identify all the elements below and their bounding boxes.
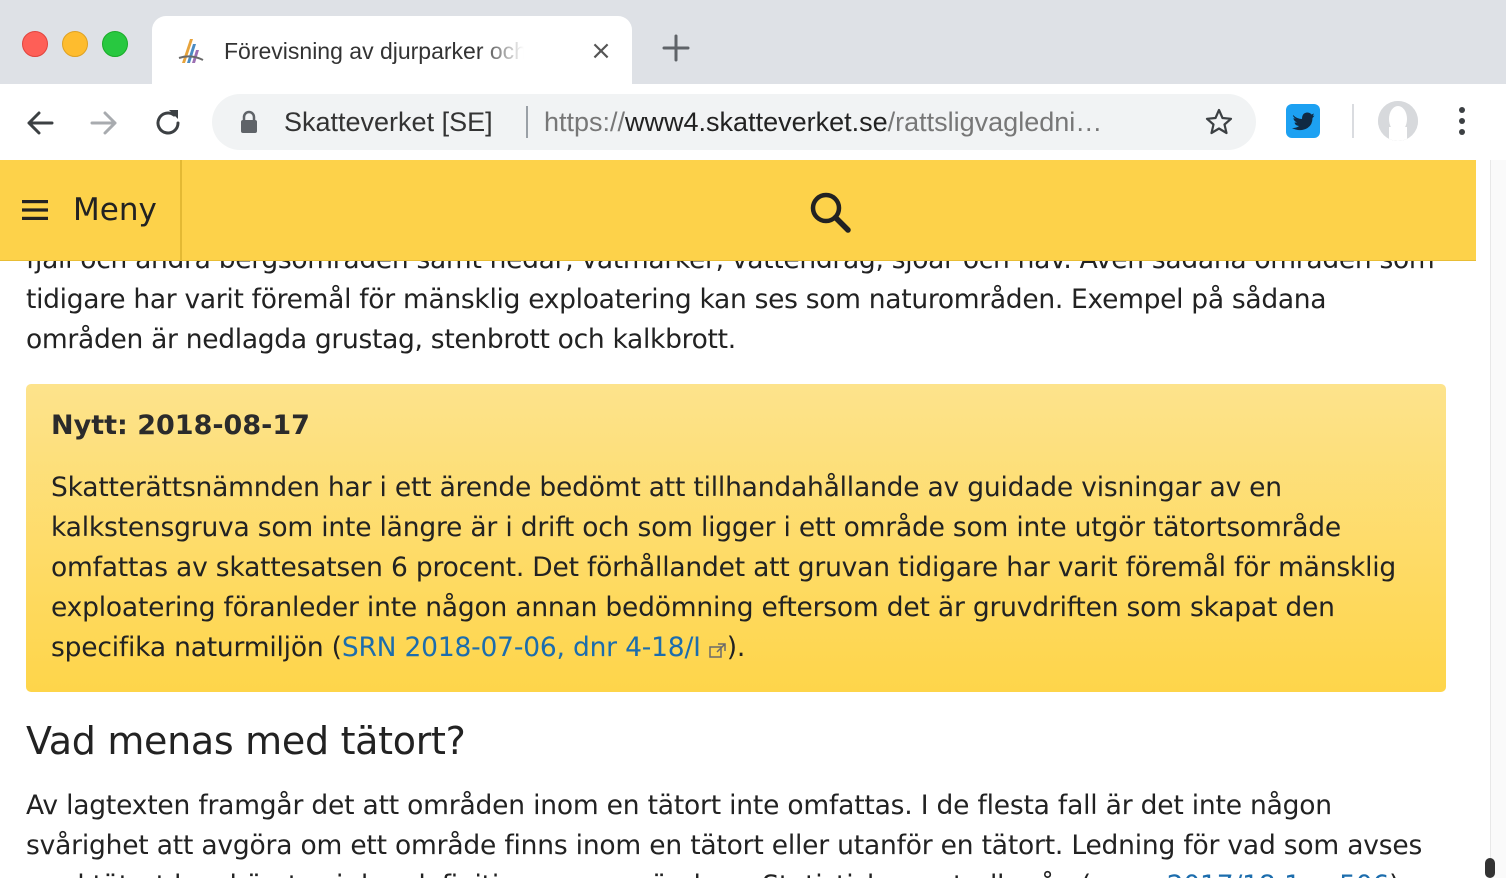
browser-toolbar: Skatteverket [SE] https://www4.skattever… [0, 84, 1506, 161]
notice-title: Nytt: 2018-08-17 [51, 410, 310, 441]
browser-tab-active[interactable]: Förevisning av djurparker och naturområd… [152, 16, 632, 84]
back-icon[interactable] [20, 103, 60, 143]
paragraph: Av lagtexten framgår det att områden ino… [26, 786, 1450, 878]
notice-text-after: ). [726, 632, 746, 663]
menu-label: Meny [73, 192, 157, 228]
section-heading: Vad menas med tätort? [26, 719, 466, 763]
url-path: /rattsligvagledni… [887, 107, 1103, 137]
window-zoom-button[interactable] [102, 31, 128, 57]
srn-decision-link[interactable]: SRN 2018-07-06, dnr 4-18/I [342, 632, 727, 663]
reload-icon[interactable] [148, 103, 188, 143]
tab-strip: Förevisning av djurparker och naturområd… [0, 0, 1506, 84]
plus-icon[interactable] [660, 32, 692, 64]
forward-icon[interactable] [84, 103, 124, 143]
menu-button[interactable]: Meny [0, 160, 182, 260]
search-icon[interactable] [806, 188, 854, 236]
twitter-icon[interactable] [1286, 104, 1320, 138]
hamburger-icon [22, 200, 48, 220]
close-icon[interactable]: × [586, 36, 616, 66]
page-viewport: Meny fjäll och andra bergsområden samt h… [0, 160, 1490, 878]
url-host: www4.skatteverket.se [625, 107, 888, 137]
site-header: Meny [0, 160, 1476, 261]
profile-icon[interactable] [1378, 101, 1418, 141]
scrollbar-thumb[interactable] [1485, 858, 1495, 878]
tab-title: Förevisning av djurparker och naturområd… [224, 38, 524, 64]
url-text[interactable]: https://www4.skatteverket.se/rattsligvag… [544, 104, 1174, 140]
toolbar-divider [1352, 104, 1354, 138]
window-minimize-button[interactable] [62, 31, 88, 57]
paragraph-text-after: ). [1389, 870, 1408, 878]
prop-reference-link[interactable]: 2017/18:1 s. 506 [1167, 870, 1390, 878]
external-link-icon [709, 643, 726, 658]
news-notice-box: Nytt: 2018-08-17 Skatterättsnämnden har … [26, 384, 1446, 692]
favicon-icon [178, 39, 204, 63]
kebab-menu-icon[interactable] [1446, 104, 1478, 138]
window-close-button[interactable] [22, 31, 48, 57]
star-icon[interactable] [1204, 107, 1234, 137]
paragraph-text: Av lagtexten framgår det att områden ino… [26, 790, 1423, 878]
omnibox-divider [526, 106, 528, 138]
notice-text: Skatterättsnämnden har i ett ärende bedö… [51, 468, 1421, 668]
url-scheme: https:// [544, 107, 626, 137]
site-identity[interactable]: Skatteverket [SE] [284, 104, 493, 140]
srn-link-text: SRN 2018-07-06, dnr 4-18/I [341, 632, 701, 663]
scrollbar-track[interactable] [1490, 160, 1506, 878]
address-bar[interactable]: Skatteverket [SE] https://www4.skattever… [212, 94, 1256, 150]
lock-icon[interactable] [238, 110, 260, 134]
